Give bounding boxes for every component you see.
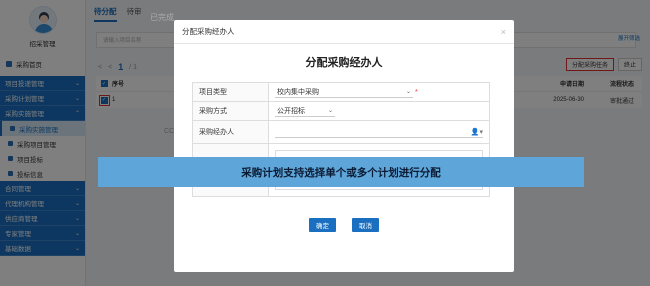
- project-type-label: 项目类型: [193, 83, 269, 101]
- handler-label: 采购经办人: [193, 121, 269, 143]
- form-row-project-type: 项目类型 校内集中采购 ⌄ *: [193, 83, 489, 102]
- method-select[interactable]: 公开招标 ⌄: [275, 105, 335, 117]
- confirm-button[interactable]: 确定: [309, 218, 336, 232]
- bg-fragment: CC: [164, 128, 175, 135]
- annotation-banner: 采购计划支持选择单个或多个计划进行分配: [98, 157, 584, 187]
- dialog-title: 分配采购经办人: [305, 57, 383, 69]
- chevron-down-icon: ⌄: [327, 108, 333, 114]
- dialog-footer: 确定 取消: [174, 218, 514, 232]
- method-label: 采购方式: [193, 102, 269, 120]
- project-type-select[interactable]: 校内集中采购 ⌄: [275, 86, 413, 98]
- dialog-header: 分配采购经办人 ×: [174, 20, 514, 44]
- user-select-icon[interactable]: 👤▾: [471, 128, 483, 136]
- form-row-handler: 采购经办人 👤▾: [193, 121, 489, 144]
- hidden-tab-label: 已完成: [150, 13, 174, 22]
- form-row-method: 采购方式 公开招标 ⌄: [193, 102, 489, 121]
- close-icon[interactable]: ×: [501, 27, 506, 37]
- cancel-button[interactable]: 取消: [352, 218, 379, 232]
- dialog-header-title: 分配采购经办人: [182, 27, 235, 36]
- assign-handler-dialog: 分配采购经办人 × 分配采购经办人 项目类型 校内集中采购 ⌄ * 采购方式 公…: [174, 20, 514, 272]
- chevron-down-icon: ⌄: [405, 89, 411, 95]
- project-type-value: 校内集中采购: [277, 88, 319, 96]
- required-marker: *: [415, 88, 418, 96]
- method-value: 公开招标: [277, 107, 305, 115]
- handler-input[interactable]: 👤▾: [275, 126, 483, 138]
